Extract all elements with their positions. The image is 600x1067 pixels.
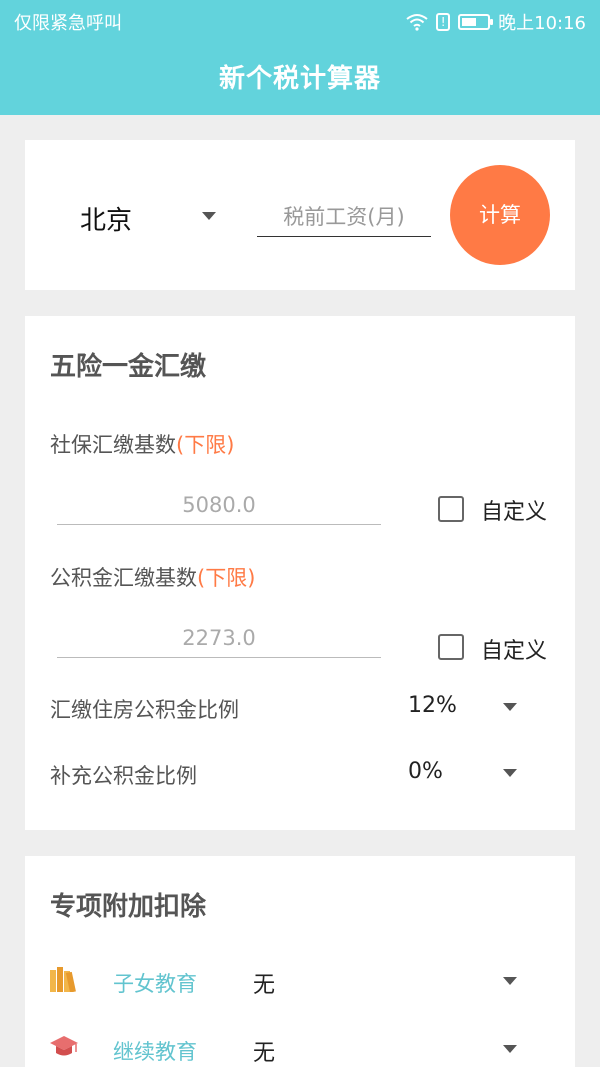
clock-text: 晚上10:16 bbox=[498, 13, 586, 34]
calculate-button[interactable]: 计算 bbox=[450, 165, 550, 265]
page-title: 新个税计算器 bbox=[218, 64, 381, 94]
fund-base-label-text: 公积金汇缴基数 bbox=[50, 566, 197, 590]
insurance-title: 五险一金汇缴 bbox=[50, 352, 207, 382]
books-icon bbox=[50, 967, 76, 992]
wifi-icon bbox=[406, 14, 428, 31]
city-dropdown-icon[interactable] bbox=[202, 212, 216, 220]
social-base-note: (下限) bbox=[176, 433, 235, 457]
continuing-education-label[interactable]: 继续教育 bbox=[113, 1036, 197, 1066]
social-base-label: 社保汇缴基数(下限) bbox=[50, 429, 234, 459]
app-header: 仅限紧急呼叫 ! 晚上10:16 新个税计算器 bbox=[0, 0, 600, 115]
child-education-select[interactable]: 无 bbox=[253, 967, 275, 999]
fund-custom-label[interactable]: 自定义 bbox=[481, 633, 547, 665]
carrier-text: 仅限紧急呼叫 bbox=[14, 13, 122, 34]
social-base-label-text: 社保汇缴基数 bbox=[50, 433, 176, 457]
insurance-card: 五险一金汇缴 社保汇缴基数(下限) 自定义 公积金汇缴基数(下限) 自定义 汇缴… bbox=[25, 316, 575, 830]
sim-alert-icon: ! bbox=[436, 13, 451, 31]
deductions-title: 专项附加扣除 bbox=[50, 892, 207, 922]
continuing-education-dropdown-icon[interactable] bbox=[503, 1045, 517, 1053]
social-custom-checkbox[interactable] bbox=[438, 496, 464, 522]
extra-fund-dropdown-icon[interactable] bbox=[503, 769, 517, 777]
fund-ratio-label: 汇缴住房公积金比例 bbox=[50, 698, 239, 722]
city-select[interactable]: 北京 bbox=[80, 200, 132, 237]
status-icons: ! 晚上10:16 bbox=[406, 9, 586, 35]
extra-fund-label: 补充公积金比例 bbox=[50, 764, 197, 788]
salary-input[interactable] bbox=[257, 198, 431, 237]
fund-ratio-dropdown-icon[interactable] bbox=[503, 703, 517, 711]
fund-custom-checkbox[interactable] bbox=[438, 634, 464, 660]
status-bar: 仅限紧急呼叫 ! 晚上10:16 bbox=[0, 0, 600, 40]
deductions-card: 专项附加扣除 子女教育 无 继续教育 无 bbox=[25, 856, 575, 1067]
extra-fund-select[interactable]: 0% bbox=[408, 759, 443, 784]
fund-base-input[interactable] bbox=[57, 619, 381, 658]
fund-base-label: 公积金汇缴基数(下限) bbox=[50, 562, 255, 592]
social-base-input[interactable] bbox=[57, 486, 381, 525]
battery-icon bbox=[458, 14, 494, 30]
calculator-card: 北京 计算 bbox=[25, 140, 575, 290]
graduation-cap-icon bbox=[50, 1036, 78, 1056]
fund-base-note: (下限) bbox=[197, 566, 256, 590]
social-custom-label[interactable]: 自定义 bbox=[481, 494, 547, 526]
fund-ratio-select[interactable]: 12% bbox=[408, 693, 457, 718]
continuing-education-select[interactable]: 无 bbox=[253, 1035, 275, 1067]
child-education-label[interactable]: 子女教育 bbox=[113, 968, 197, 998]
child-education-dropdown-icon[interactable] bbox=[503, 977, 517, 985]
